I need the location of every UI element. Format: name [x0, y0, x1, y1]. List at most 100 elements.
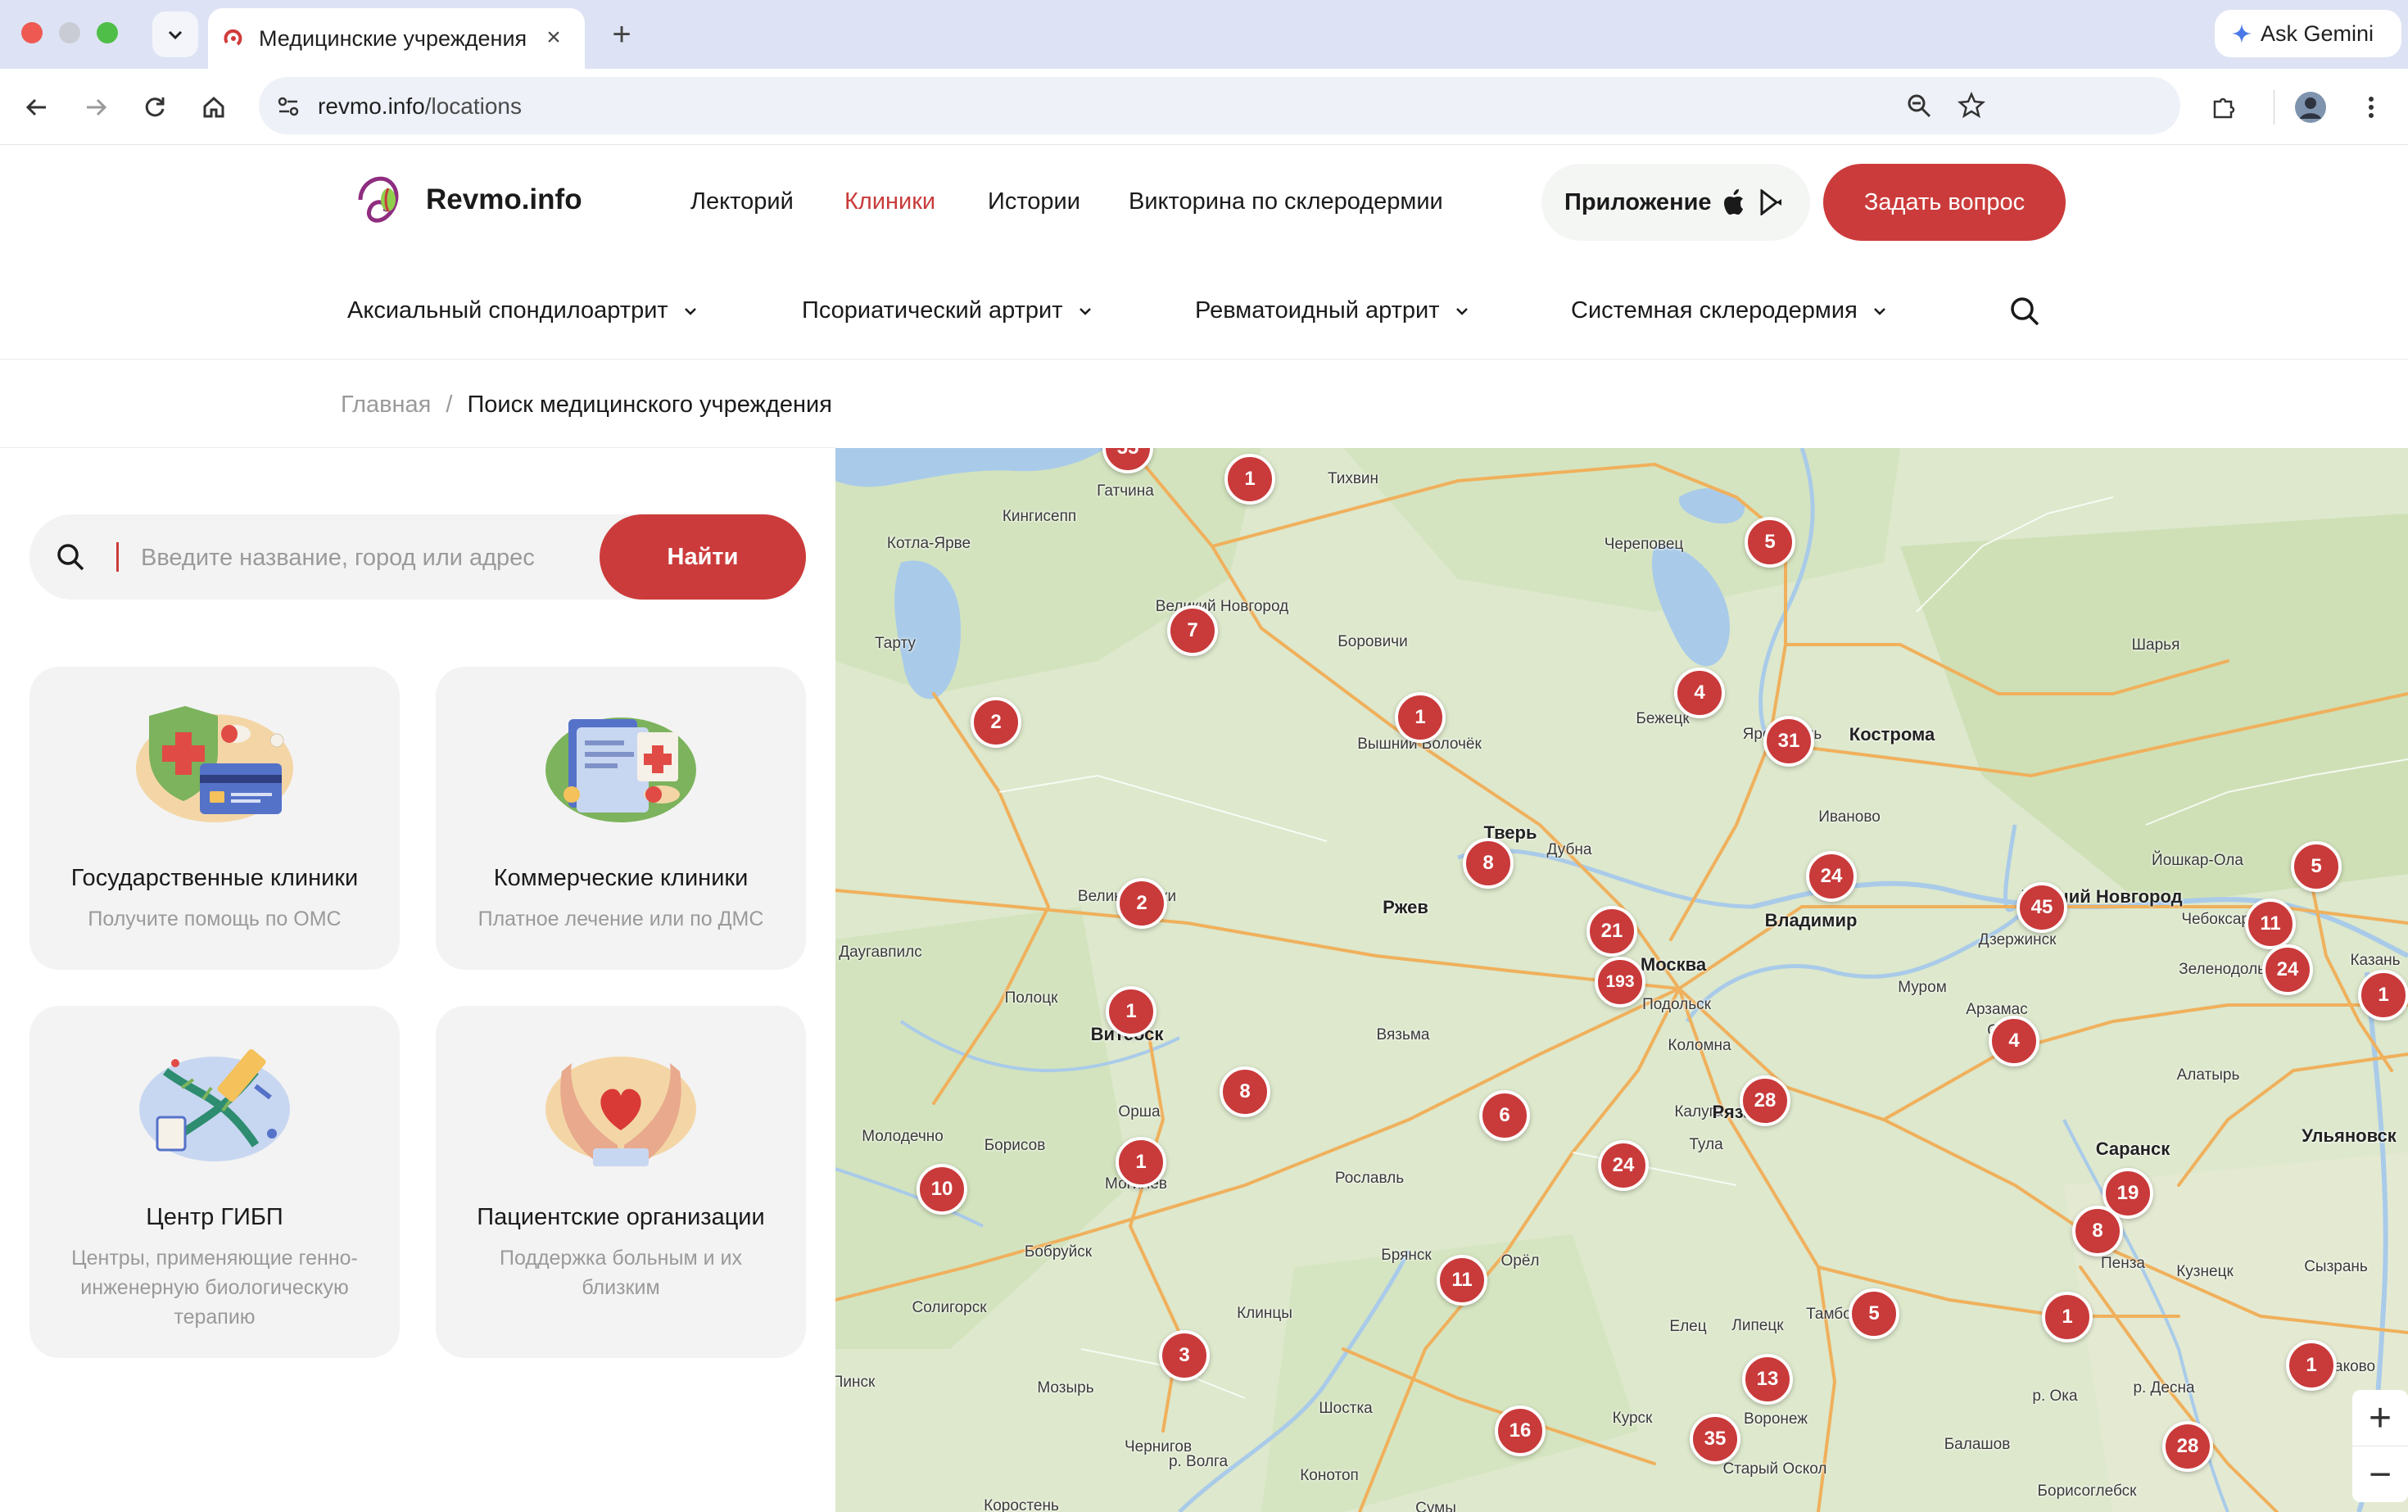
new-tab-button[interactable]: + [602, 15, 641, 54]
clinic-cluster-marker[interactable]: 11 [1437, 1255, 1487, 1306]
clinic-cluster-marker[interactable]: 16 [1495, 1406, 1546, 1456]
close-window-button[interactable] [21, 22, 43, 43]
chevron-down-icon [168, 30, 183, 40]
breadcrumb-home[interactable]: Главная [341, 392, 431, 418]
ask-gemini-button[interactable]: Ask Gemini [2215, 10, 2401, 57]
clinic-cluster-marker[interactable]: 13 [1742, 1354, 1793, 1405]
map-city-label: Алатырь [2176, 1066, 2240, 1084]
clinic-search-input[interactable] [139, 536, 618, 580]
tab-search-button[interactable] [152, 11, 198, 57]
minimize-window-button[interactable] [59, 22, 80, 43]
map-city-label: Муром [1898, 979, 1947, 996]
documents-icon [545, 718, 696, 822]
clinic-cluster-marker[interactable]: 1 [1116, 1137, 1166, 1188]
map-city-label: Бежецк [1636, 710, 1690, 727]
clinic-cluster-marker[interactable]: 8 [1463, 838, 1514, 889]
clinic-cluster-marker[interactable]: 2 [971, 697, 1021, 748]
menu-systemic-sclerosis[interactable]: Системная склеродермия [1571, 297, 1887, 324]
menu-rheumatoid-arthritis[interactable]: Ревматоидный артрит [1195, 297, 1469, 324]
clinic-cluster-marker[interactable]: 28 [1740, 1075, 1790, 1126]
forward-button[interactable] [75, 87, 116, 128]
map-city-label: Пенза [2101, 1255, 2145, 1272]
search-icon[interactable] [2008, 295, 2041, 328]
category-card-gibt-center[interactable]: Центр ГИБП Центры, применяющие генно-инж… [29, 1006, 400, 1358]
back-button[interactable] [16, 87, 57, 128]
browser-tab[interactable]: Медицинские учреждения × [208, 8, 585, 69]
map-city-label: Молодечно [862, 1128, 944, 1145]
clinic-cluster-marker[interactable]: 28 [2162, 1421, 2213, 1472]
bookmark-star-icon[interactable] [1958, 92, 1985, 120]
clinic-cluster-marker[interactable]: 1 [1395, 692, 1446, 743]
browser-menu-button[interactable] [2351, 87, 2392, 128]
map-city-label: Вязьма [1376, 1026, 1430, 1043]
map-city-label: Дубна [1546, 841, 1592, 858]
profile-avatar[interactable] [2290, 87, 2331, 128]
clinic-cluster-marker[interactable]: 4 [1989, 1016, 2039, 1066]
clinic-cluster-marker[interactable]: 4 [1674, 668, 1725, 718]
clinic-cluster-marker[interactable]: 1 [2358, 970, 2408, 1021]
google-play-icon[interactable] [1759, 189, 1784, 215]
category-card-state-clinics[interactable]: Государственные клиники Получите помощь … [29, 667, 400, 970]
menu-psoriatic-arthritis[interactable]: Псориатический артрит [802, 297, 1093, 324]
clinic-cluster-marker[interactable]: 5 [1849, 1288, 1899, 1339]
tab-close-icon[interactable]: × [537, 21, 570, 54]
card-title: Центр ГИБП [146, 1204, 283, 1230]
maximize-window-button[interactable] [97, 22, 118, 43]
clinic-cluster-marker[interactable]: 1 [2286, 1340, 2337, 1391]
clinic-cluster-marker[interactable]: 6 [1479, 1090, 1530, 1141]
clinic-cluster-marker[interactable]: 1 [2042, 1292, 2093, 1342]
dna-syringe-icon [139, 1048, 290, 1161]
clinic-cluster-marker[interactable]: 8 [1220, 1066, 1270, 1117]
clinic-cluster-marker[interactable]: 8 [2072, 1206, 2123, 1256]
clinic-cluster-marker[interactable]: 45 [2016, 882, 2067, 933]
clinic-cluster-marker[interactable]: 2 [1116, 878, 1167, 929]
clinic-cluster-marker[interactable]: 10 [917, 1164, 967, 1215]
gemini-sparkle-icon [2232, 24, 2252, 43]
map-city-label: Пинск [835, 1374, 876, 1391]
app-download-pill[interactable]: Приложение [1541, 164, 1810, 241]
apple-icon[interactable] [1723, 188, 1748, 216]
map-city-label: Тарту [875, 635, 916, 652]
find-button[interactable]: Найти [600, 514, 806, 600]
clinic-cluster-marker[interactable]: 24 [1806, 851, 1857, 902]
map-city-label: Солигорск [912, 1299, 987, 1316]
clinic-cluster-marker[interactable]: 1 [1224, 454, 1275, 505]
nav-quiz[interactable]: Викторина по склеродермии [1129, 188, 1443, 215]
category-card-commercial-clinics[interactable]: Коммерческие клиники Платное лечение или… [436, 667, 806, 970]
zoom-icon[interactable] [1905, 92, 1933, 120]
map-city-label: Владимир [1764, 910, 1858, 930]
extensions-button[interactable] [2203, 87, 2244, 128]
category-card-patient-organizations[interactable]: Пациентские организации Поддержка больны… [436, 1006, 806, 1358]
clinic-cluster-marker[interactable]: 21 [1586, 906, 1637, 957]
clinic-cluster-marker[interactable]: 24 [2262, 944, 2313, 995]
ask-question-button[interactable]: Задать вопрос [1823, 164, 2066, 241]
chevron-down-icon [684, 307, 696, 315]
clinic-cluster-marker[interactable]: 31 [1763, 716, 1814, 767]
map-city-label: Дзержинск [1978, 931, 2057, 948]
home-button[interactable] [193, 87, 234, 128]
nav-stories[interactable]: Истории [988, 188, 1080, 215]
map-city-label: Клинцы [1237, 1305, 1292, 1322]
nav-lectures[interactable]: Лекторий [690, 188, 794, 215]
map-city-label: Сумы [1415, 1500, 1456, 1512]
clinic-cluster-marker[interactable]: 7 [1167, 605, 1218, 656]
address-bar[interactable]: revmo.info/locations [259, 77, 2180, 134]
clinic-cluster-marker[interactable]: 193 [1595, 957, 1645, 1007]
clinic-cluster-marker[interactable]: 35 [1690, 1414, 1740, 1464]
card-title: Пациентские организации [477, 1204, 765, 1230]
site-logo[interactable]: Revmo.info [352, 170, 582, 229]
zoom-out-button[interactable]: − [2352, 1446, 2408, 1502]
nav-clinics[interactable]: Клиники [844, 188, 935, 215]
zoom-in-button[interactable]: + [2352, 1390, 2408, 1446]
menu-axial-spondyloarthritis[interactable]: Аксиальный спондилоартрит [347, 297, 698, 324]
clinic-cluster-marker[interactable]: 11 [2245, 899, 2296, 949]
clinic-cluster-marker[interactable]: 5 [1745, 517, 1795, 568]
clinics-map[interactable]: Гатчина Тихвин Кингисепп Котла-Ярве Черепове… [835, 448, 2408, 1512]
clinic-cluster-marker[interactable]: 24 [1598, 1140, 1649, 1191]
clinic-cluster-marker[interactable]: 1 [1106, 986, 1156, 1037]
site-settings-icon[interactable] [275, 93, 301, 120]
reload-button[interactable] [134, 87, 175, 128]
clinic-cluster-marker[interactable]: 3 [1159, 1330, 1210, 1381]
browser-toolbar: revmo.info/locations [0, 69, 2408, 145]
clinic-cluster-marker[interactable]: 5 [2291, 841, 2342, 892]
